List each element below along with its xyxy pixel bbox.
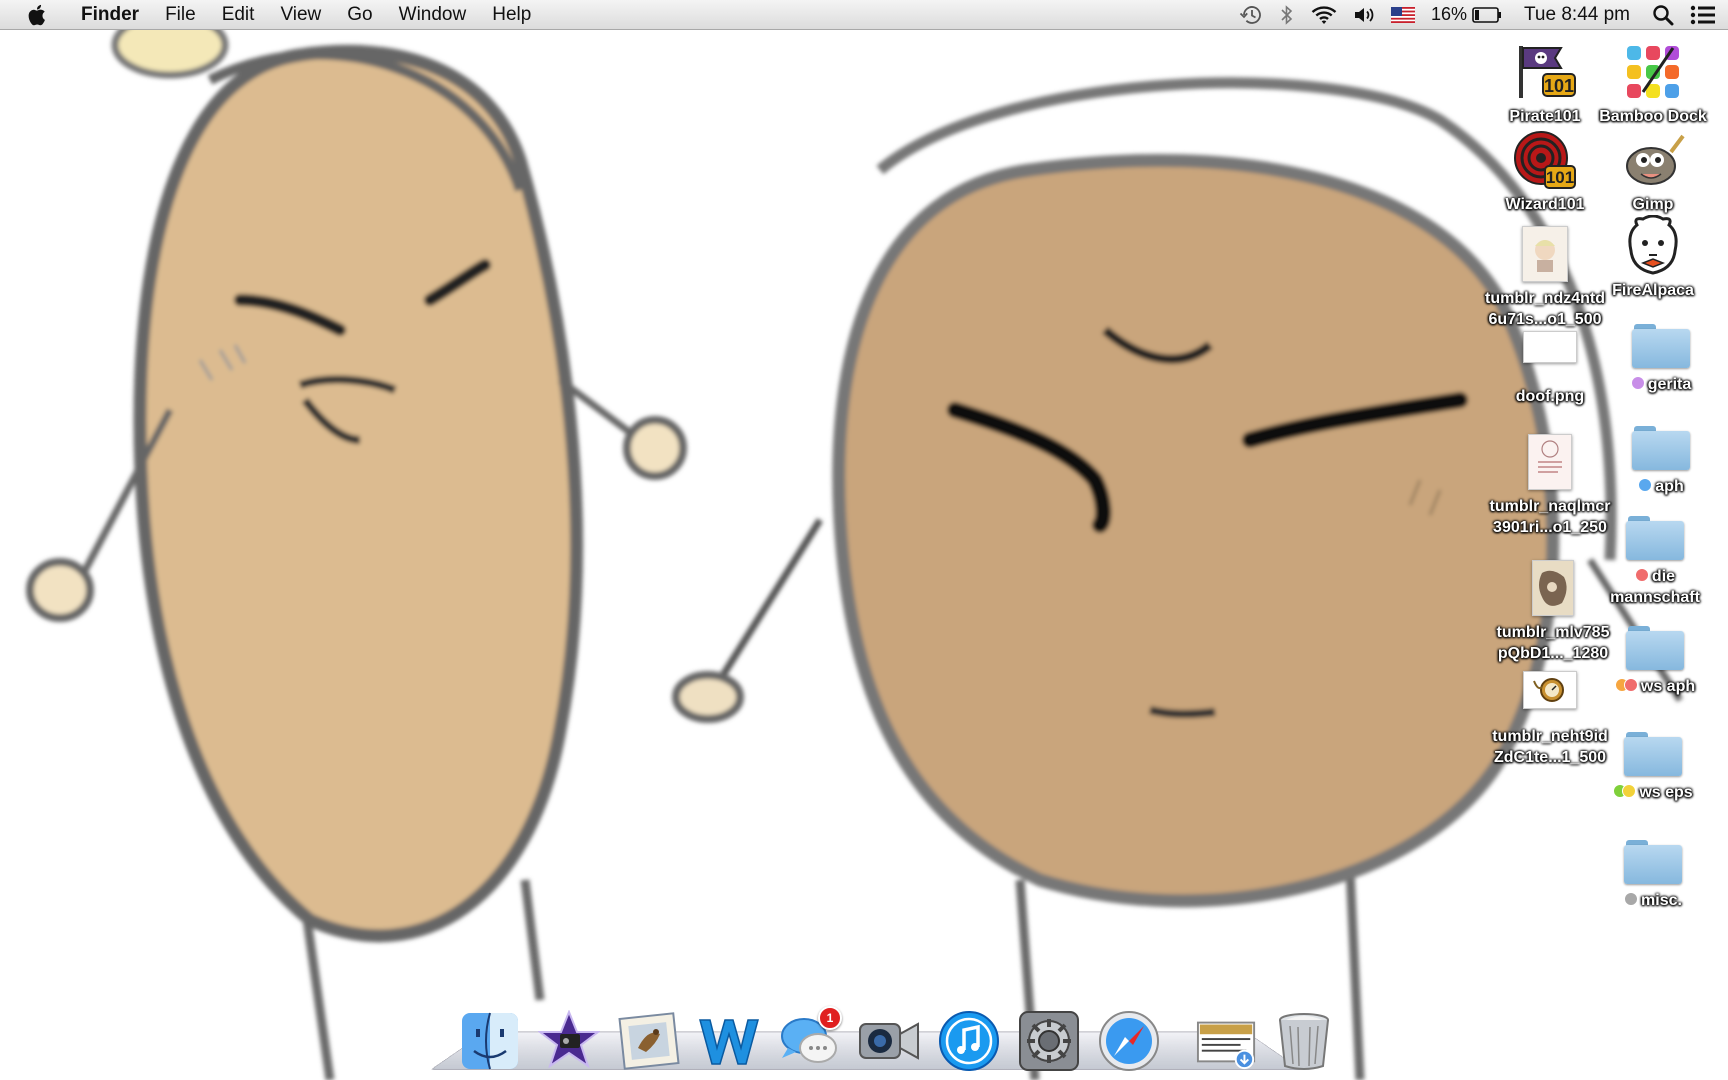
folder-icon <box>1621 836 1685 888</box>
desktop-item-misc-folder[interactable]: misc. <box>1578 836 1728 911</box>
desktop-item-label: Gimp <box>1632 196 1674 213</box>
desktop-item-gerita-folder[interactable]: gerita <box>1586 320 1728 395</box>
wizard101-app-icon: 101 <box>1513 128 1577 192</box>
folder-icon <box>1629 422 1693 474</box>
desktop-item-label: misc. <box>1624 890 1682 911</box>
desktop-item-aph-folder[interactable]: aph <box>1586 422 1728 497</box>
menu-bar: Finder File Edit View Go Window Help 16%… <box>0 0 1728 30</box>
image-file-icon <box>1518 668 1582 712</box>
tag-dot <box>1622 784 1637 798</box>
firealpaca-app-icon <box>1621 214 1685 278</box>
volume-icon[interactable] <box>1345 0 1383 29</box>
desktop-item-ws-eps-folder[interactable]: ws eps <box>1578 728 1728 803</box>
go-menu[interactable]: Go <box>334 0 385 29</box>
desktop-item-label: ws aph <box>1614 676 1695 697</box>
svg-text:101: 101 <box>1544 76 1574 96</box>
desktop-item-label: gerita <box>1630 374 1691 395</box>
help-menu[interactable]: Help <box>479 0 544 29</box>
facetime-icon[interactable] <box>858 1010 920 1072</box>
spotlight-icon[interactable] <box>1644 0 1682 29</box>
image-file-icon <box>1521 556 1585 620</box>
edit-menu[interactable]: Edit <box>209 0 268 29</box>
battery-percent: 16% <box>1431 4 1468 24</box>
system-preferences-icon[interactable] <box>1018 1010 1080 1072</box>
folder-icon <box>1623 512 1687 564</box>
time-machine-icon[interactable] <box>1231 0 1271 29</box>
bluetooth-icon[interactable] <box>1271 0 1303 29</box>
apple-menu-icon[interactable] <box>20 0 56 29</box>
window-menu[interactable]: Window <box>386 0 480 29</box>
word-icon[interactable] <box>698 1010 760 1072</box>
pirate101-app-icon: 101 <box>1513 40 1577 104</box>
app-name-menu[interactable]: Finder <box>68 0 152 29</box>
desktop-item-label: Pirate101 <box>1509 108 1581 125</box>
gimp-app-icon <box>1621 128 1685 192</box>
battery-indicator[interactable]: 16% <box>1423 0 1510 29</box>
desktop-item-gimp[interactable]: Gimp <box>1578 128 1728 215</box>
file-menu[interactable]: File <box>152 0 209 29</box>
tag-dot <box>1634 568 1649 582</box>
desktop-item-label: ws eps <box>1613 782 1693 803</box>
desktop-item-bamboo-dock[interactable]: Bamboo Dock <box>1578 40 1728 127</box>
svg-text:101: 101 <box>1546 168 1574 187</box>
notification-badge: 1 <box>818 1006 842 1030</box>
view-menu[interactable]: View <box>267 0 334 29</box>
notification-center-icon[interactable] <box>1682 0 1728 29</box>
desktop-item-label: aph <box>1638 476 1684 497</box>
finder-icon[interactable] <box>460 1010 520 1072</box>
bamboo-dock-app-icon <box>1621 40 1685 104</box>
desktop-item-label: Bamboo Dock <box>1599 108 1707 125</box>
image-file-icon <box>1518 430 1582 494</box>
image-file-icon <box>1518 326 1582 368</box>
wifi-icon[interactable] <box>1303 0 1345 29</box>
tag-dot <box>1623 678 1638 692</box>
trash-icon[interactable] <box>1276 1010 1332 1072</box>
messages-icon[interactable]: 1 <box>778 1006 842 1072</box>
desktop-item-label: Wizard101 <box>1505 196 1585 213</box>
us-flag-input-icon[interactable] <box>1383 0 1423 29</box>
clock[interactable]: Tue 8:44 pm <box>1510 0 1644 29</box>
itunes-icon[interactable] <box>938 1010 1000 1072</box>
tag-dot <box>1638 478 1653 492</box>
folder-icon <box>1621 728 1685 780</box>
image-file-icon <box>1513 222 1577 286</box>
imovie-icon[interactable] <box>538 1010 600 1072</box>
mail-icon[interactable] <box>618 1010 680 1072</box>
desktop-item-firealpaca[interactable]: FireAlpaca <box>1578 214 1728 301</box>
desktop-wallpaper <box>26 30 1683 1080</box>
battery-icon <box>1472 6 1502 23</box>
desktop-item-label: doof.png <box>1515 388 1585 405</box>
folder-icon <box>1629 320 1693 372</box>
folder-icon <box>1623 622 1687 674</box>
tag-dot <box>1630 376 1645 390</box>
dock: 1 <box>460 990 1329 1072</box>
tag-dot <box>1624 892 1639 906</box>
safari-icon[interactable] <box>1098 1010 1160 1072</box>
downloads-stack-icon[interactable] <box>1196 1010 1258 1072</box>
desktop-item-label: FireAlpaca <box>1612 282 1694 299</box>
